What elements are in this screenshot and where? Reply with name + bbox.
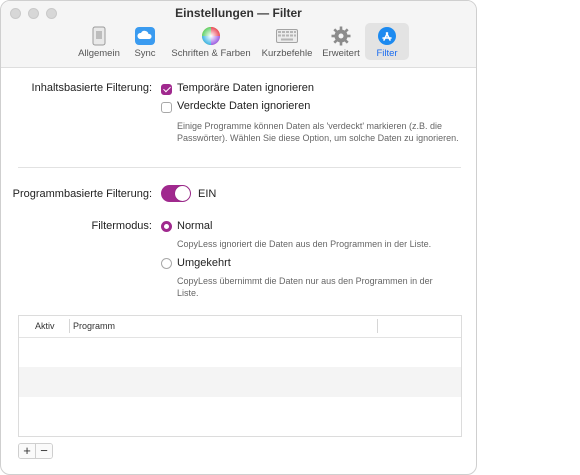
keyboard-icon bbox=[276, 25, 298, 47]
preferences-tabs: Allgemein Sync Schriften & Farben Kurzbe… bbox=[73, 23, 409, 60]
content-filter-label: Inhaltsbasierte Filterung: bbox=[31, 82, 152, 94]
color-wheel-icon bbox=[200, 25, 222, 47]
column-header-active[interactable]: Aktiv bbox=[35, 321, 55, 331]
window-title: Einstellungen — Filter bbox=[175, 6, 302, 20]
concealed-help-text: Einige Programme können Daten als 'verde… bbox=[177, 121, 459, 143]
tab-schriften-farben[interactable]: Schriften & Farben bbox=[165, 23, 257, 60]
ignore-concealed-checkbox[interactable] bbox=[161, 102, 172, 113]
column-header-program[interactable]: Programm bbox=[73, 321, 115, 331]
ignore-concealed-label: Verdeckte Daten ignorieren bbox=[177, 100, 311, 112]
mode-normal-help: CopyLess ignoriert die Daten aus den Pro… bbox=[177, 239, 432, 249]
mode-normal-label: Normal bbox=[177, 220, 213, 232]
toggle-state-label: EIN bbox=[198, 188, 217, 200]
ignore-temporary-label: Temporäre Daten ignorieren bbox=[177, 82, 314, 94]
phone-icon bbox=[88, 25, 110, 47]
mode-inverted-label: Umgekehrt bbox=[177, 257, 231, 269]
ignore-temporary-checkbox[interactable] bbox=[161, 84, 172, 95]
preferences-window: Einstellungen — Filter Allgemein Sync Sc… bbox=[0, 0, 477, 475]
mode-normal-radio[interactable] bbox=[161, 221, 172, 232]
table-edit-buttons: + − bbox=[18, 443, 53, 459]
table-header: Aktiv Programm bbox=[19, 316, 461, 338]
table-row[interactable] bbox=[19, 397, 461, 427]
tab-filter[interactable]: Filter bbox=[365, 23, 409, 60]
gear-icon bbox=[330, 25, 352, 47]
table-row[interactable] bbox=[19, 337, 461, 367]
program-filter-toggle[interactable] bbox=[161, 185, 191, 202]
table-row[interactable] bbox=[19, 367, 461, 397]
app-store-icon bbox=[376, 25, 398, 47]
column-separator bbox=[377, 319, 378, 333]
cloud-icon bbox=[134, 25, 156, 47]
program-filter-label: Programmbasierte Filterung: bbox=[12, 188, 152, 200]
filter-pane: Inhaltsbasierte Filterung: Temporäre Dat… bbox=[1, 68, 476, 474]
tab-kurzbefehle[interactable]: Kurzbefehle bbox=[257, 23, 317, 60]
add-program-button[interactable]: + bbox=[19, 444, 35, 458]
remove-program-button[interactable]: − bbox=[35, 444, 52, 458]
tab-erweitert[interactable]: Erweitert bbox=[317, 23, 365, 60]
mode-inverted-help: CopyLess übernimmt die Daten nur aus den… bbox=[177, 276, 433, 298]
program-table[interactable]: Aktiv Programm bbox=[18, 315, 462, 437]
toolbar: Einstellungen — Filter Allgemein Sync Sc… bbox=[1, 1, 476, 68]
column-separator bbox=[69, 319, 70, 333]
tab-sync[interactable]: Sync bbox=[125, 23, 165, 60]
filter-mode-label: Filtermodus: bbox=[91, 220, 152, 232]
mode-inverted-radio[interactable] bbox=[161, 258, 172, 269]
toggle-knob bbox=[175, 186, 190, 201]
section-divider bbox=[18, 167, 461, 168]
tab-allgemein[interactable]: Allgemein bbox=[73, 23, 125, 60]
